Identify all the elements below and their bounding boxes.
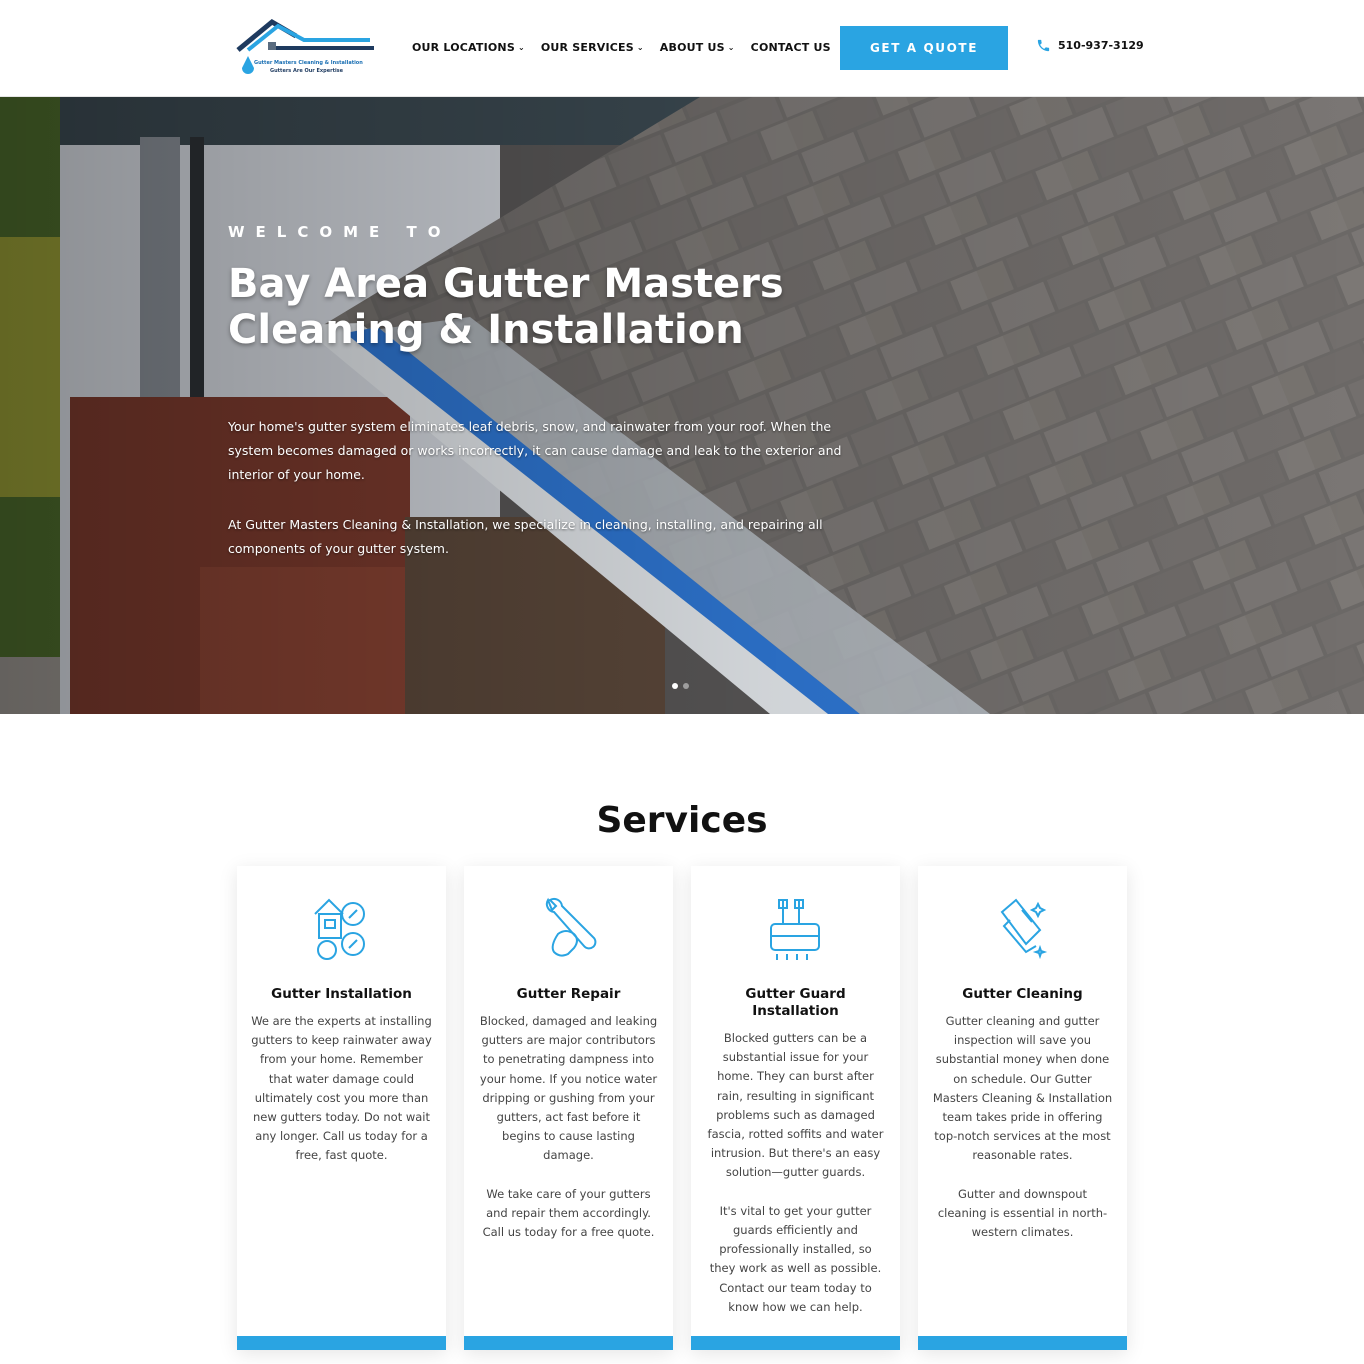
cleaning-glove-icon — [1000, 898, 1048, 960]
card-accent-bar — [691, 1336, 900, 1350]
nav-contact-us[interactable]: CONTACT US — [751, 38, 831, 56]
card-accent-bar — [237, 1336, 446, 1350]
service-description: We are the experts at installing gutters… — [251, 1014, 432, 1163]
service-card-gutter-cleaning: Gutter Cleaning Gutter cleaning and gutt… — [918, 866, 1127, 1350]
card-accent-bar — [918, 1336, 1127, 1350]
hero-background-image — [0, 97, 1364, 714]
logo-house-icon — [236, 18, 374, 74]
nav-label: CONTACT US — [750, 40, 831, 54]
nav-label: OUR LOCATIONS — [412, 40, 515, 54]
service-title: Gutter Cleaning — [962, 986, 1083, 1002]
phone-icon — [1037, 39, 1050, 52]
hero-title: Bay Area Gutter Masters Cleaning & Insta… — [228, 261, 784, 353]
service-title: Gutter Repair — [516, 986, 621, 1002]
site-header: Gutter Masters Cleaning & Installation G… — [0, 0, 1364, 97]
main-nav: OUR LOCATIONS ⌄ OUR SERVICES ⌄ ABOUT US … — [412, 38, 847, 56]
get-a-quote-button[interactable]: GET A QUOTE — [840, 26, 1008, 70]
chevron-down-icon: ⌄ — [517, 42, 525, 52]
wrench-hand-icon — [545, 897, 597, 957]
chevron-down-icon: ⌄ — [727, 42, 735, 52]
guard-unit-icon — [770, 899, 820, 960]
slider-dots — [672, 683, 689, 689]
nav-our-services[interactable]: OUR SERVICES ⌄ — [541, 38, 644, 56]
hero-paragraph-1: Your home's gutter system eliminates lea… — [228, 419, 842, 482]
phone-link[interactable]: 510-937-3129 — [1036, 38, 1144, 53]
nav-about-us[interactable]: ABOUT US ⌄ — [660, 38, 735, 56]
nav-our-locations[interactable]: OUR LOCATIONS ⌄ — [412, 38, 525, 56]
service-card-gutter-installation: Gutter Installation We are the experts a… — [237, 866, 446, 1350]
slider-dot-1[interactable] — [672, 683, 678, 689]
service-card-gutter-guard-installation: Gutter Guard Installation Blocked gutter… — [691, 866, 900, 1350]
nav-label: OUR SERVICES — [540, 40, 634, 54]
logo[interactable]: Gutter Masters Cleaning & Installation G… — [234, 14, 380, 86]
logo-company-name: Gutter Masters Cleaning & Installation — [254, 60, 363, 66]
card-accent-bar — [464, 1336, 673, 1350]
service-title: Gutter Guard Installation — [745, 986, 846, 1019]
hero-paragraph-2: At Gutter Masters Cleaning & Installatio… — [228, 517, 823, 556]
services-heading: Services — [596, 800, 768, 841]
service-description: Blocked, damaged and leaking gutters are… — [479, 1014, 658, 1240]
service-description: Gutter cleaning and gutter inspection wi… — [932, 1014, 1113, 1240]
service-description: Blocked gutters can be a substantial iss… — [707, 1031, 884, 1314]
chevron-down-icon: ⌄ — [636, 42, 644, 52]
phone-number: 510-937-3129 — [1058, 39, 1144, 52]
hero-kicker: WELCOME TO — [228, 223, 452, 241]
nav-label: ABOUT US — [659, 40, 725, 54]
logo-tagline: Gutters Are Our Expertise — [270, 68, 344, 74]
service-card-gutter-repair: Gutter Repair Blocked, damaged and leaki… — [464, 866, 673, 1350]
slider-dot-2[interactable] — [683, 683, 689, 689]
service-title: Gutter Installation — [271, 986, 412, 1002]
house-tools-icon — [314, 898, 365, 960]
hero-slider: WELCOME TO Bay Area Gutter Masters Clean… — [0, 97, 1364, 714]
